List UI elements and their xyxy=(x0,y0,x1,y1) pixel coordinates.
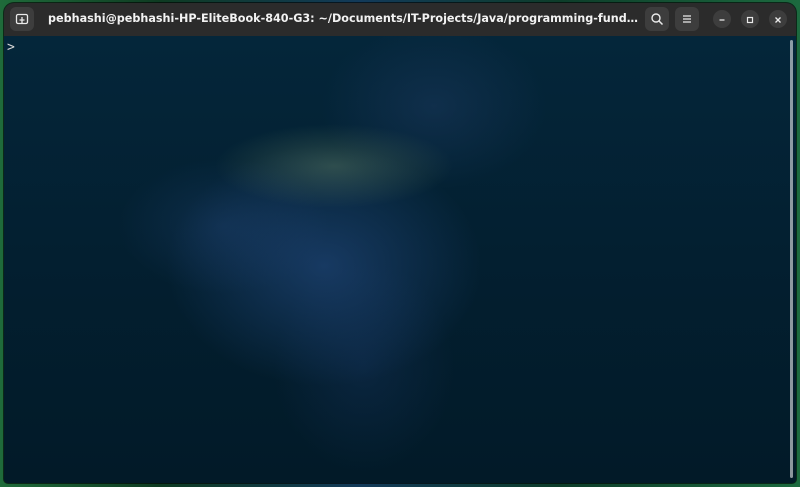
scrollbar[interactable] xyxy=(790,40,793,478)
prompt-text: > xyxy=(7,40,15,55)
close-button[interactable] xyxy=(769,10,787,28)
window-title: pebhashi@pebhashi-HP-EliteBook-840-G3: ~… xyxy=(48,12,638,25)
search-button[interactable] xyxy=(645,7,669,31)
header-bar: pebhashi@pebhashi-HP-EliteBook-840-G3: ~… xyxy=(4,3,796,37)
close-icon xyxy=(773,10,783,29)
new-tab-button[interactable] xyxy=(10,7,34,31)
menu-button[interactable] xyxy=(675,7,699,31)
hamburger-menu-icon xyxy=(680,12,694,26)
terminal-window: pebhashi@pebhashi-HP-EliteBook-840-G3: ~… xyxy=(4,3,796,483)
maximize-button[interactable] xyxy=(741,10,759,28)
search-icon xyxy=(650,12,664,26)
terminal-output-area[interactable]: > xyxy=(4,36,796,483)
minimize-icon xyxy=(717,10,727,29)
new-tab-icon xyxy=(15,12,29,26)
maximize-icon xyxy=(745,10,755,29)
minimize-button[interactable] xyxy=(713,10,731,28)
